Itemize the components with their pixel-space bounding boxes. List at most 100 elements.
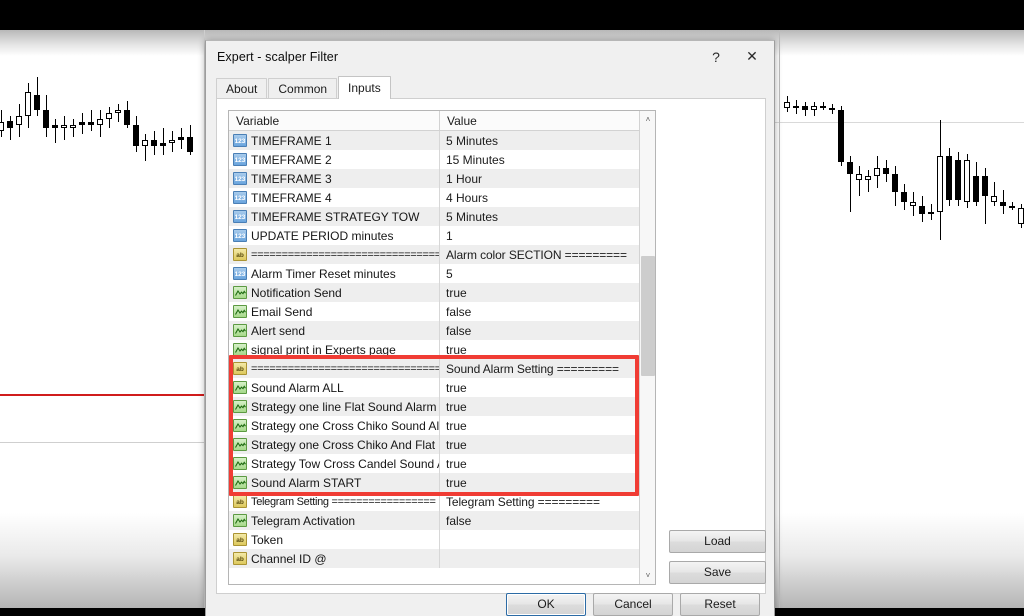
variable-cell[interactable]: Notification Send bbox=[229, 283, 440, 302]
table-row[interactable]: 123 TIMEFRAME 1 5 Minutes bbox=[229, 131, 639, 150]
tab-inputs[interactable]: Inputs bbox=[338, 76, 391, 99]
save-button[interactable]: Save bbox=[669, 561, 766, 584]
value-cell[interactable]: 4 Hours bbox=[440, 188, 639, 207]
value-cell[interactable]: 5 bbox=[440, 264, 639, 283]
candle-body bbox=[901, 192, 907, 202]
value-cell[interactable]: true bbox=[440, 454, 639, 473]
column-header-value[interactable]: Value bbox=[440, 111, 639, 130]
variable-cell[interactable]: 123 TIMEFRAME 1 bbox=[229, 131, 440, 150]
table-row[interactable]: ab ================================= Alarm… bbox=[229, 245, 639, 264]
table-row[interactable]: 123 UPDATE PERIOD minutes 1 bbox=[229, 226, 639, 245]
value-cell[interactable]: true bbox=[440, 397, 639, 416]
variable-cell[interactable]: Sound Alarm ALL bbox=[229, 378, 440, 397]
variable-cell[interactable]: Strategy one Cross Chiko And Flat So... bbox=[229, 435, 440, 454]
candlestick bbox=[964, 154, 970, 208]
help-icon[interactable]: ? bbox=[698, 46, 734, 68]
table-row[interactable]: Sound Alarm ALL true bbox=[229, 378, 639, 397]
value-cell[interactable]: true bbox=[440, 435, 639, 454]
value-cell[interactable]: 5 Minutes bbox=[440, 131, 639, 150]
variable-cell[interactable]: ab Token bbox=[229, 530, 440, 549]
table-row[interactable]: Sound Alarm START true bbox=[229, 473, 639, 492]
variable-cell[interactable]: ab Telegram Setting ================= bbox=[229, 492, 440, 511]
variable-cell[interactable]: signal print in Experts page bbox=[229, 340, 440, 359]
variable-cell[interactable]: Sound Alarm START bbox=[229, 473, 440, 492]
variable-cell[interactable]: 123 TIMEFRAME 4 bbox=[229, 188, 440, 207]
value-cell[interactable]: Alarm color SECTION ========= bbox=[440, 245, 639, 264]
tab-about[interactable]: About bbox=[216, 78, 268, 98]
table-row[interactable]: Strategy Tow Cross Candel Sound Al... tru… bbox=[229, 454, 639, 473]
table-row[interactable]: 123 TIMEFRAME STRATEGY TOW 5 Minutes bbox=[229, 207, 639, 226]
table-row[interactable]: Telegram Activation false bbox=[229, 511, 639, 530]
close-icon[interactable]: ✕ bbox=[734, 46, 770, 68]
side-button-group: Load Save bbox=[669, 110, 766, 585]
candlestick bbox=[892, 166, 898, 206]
tab-label: Inputs bbox=[348, 81, 381, 95]
table-row[interactable]: ab Telegram Setting ================= Tele… bbox=[229, 492, 639, 511]
ok-button[interactable]: OK bbox=[506, 593, 586, 616]
variable-cell[interactable]: Alert send bbox=[229, 321, 440, 340]
value-cell[interactable] bbox=[440, 549, 639, 568]
value-text: true bbox=[446, 342, 467, 357]
load-button[interactable]: Load bbox=[669, 530, 766, 553]
variable-label: Sound Alarm START bbox=[251, 475, 362, 490]
value-cell[interactable]: true bbox=[440, 378, 639, 397]
variable-cell[interactable]: Email Send bbox=[229, 302, 440, 321]
value-cell[interactable] bbox=[440, 530, 639, 549]
reset-button[interactable]: Reset bbox=[680, 593, 760, 616]
variable-cell[interactable]: ab ================================= bbox=[229, 359, 440, 378]
value-cell[interactable]: 15 Minutes bbox=[440, 150, 639, 169]
variable-cell[interactable]: 123 UPDATE PERIOD minutes bbox=[229, 226, 440, 245]
variable-cell[interactable]: 123 TIMEFRAME 3 bbox=[229, 169, 440, 188]
scroll-up-arrow-icon[interactable]: ˄ bbox=[640, 111, 655, 128]
table-row[interactable]: Strategy one Cross Chiko Sound Alarm true bbox=[229, 416, 639, 435]
cancel-button[interactable]: Cancel bbox=[593, 593, 673, 616]
value-cell[interactable]: 1 Hour bbox=[440, 169, 639, 188]
titlebar-buttons: ? ✕ bbox=[698, 41, 770, 72]
table-row[interactable]: 123 TIMEFRAME 3 1 Hour bbox=[229, 169, 639, 188]
table-row[interactable]: ab ================================= Sound… bbox=[229, 359, 639, 378]
value-cell[interactable]: true bbox=[440, 416, 639, 435]
candlestick bbox=[70, 119, 76, 137]
tab-common[interactable]: Common bbox=[268, 78, 338, 98]
value-cell[interactable]: true bbox=[440, 473, 639, 492]
candle-wick bbox=[72, 119, 74, 137]
value-cell[interactable]: false bbox=[440, 302, 639, 321]
table-row[interactable]: ab Token bbox=[229, 530, 639, 549]
table-row[interactable]: 123 TIMEFRAME 4 4 Hours bbox=[229, 188, 639, 207]
variable-cell[interactable]: 123 TIMEFRAME STRATEGY TOW bbox=[229, 207, 440, 226]
variable-cell[interactable]: Strategy one line Flat Sound Alarm bbox=[229, 397, 440, 416]
variable-cell[interactable]: Strategy one Cross Chiko Sound Alarm bbox=[229, 416, 440, 435]
value-cell[interactable]: false bbox=[440, 511, 639, 530]
value-cell[interactable]: 5 Minutes bbox=[440, 207, 639, 226]
table-row[interactable]: Strategy one Cross Chiko And Flat So... t… bbox=[229, 435, 639, 454]
scroll-down-arrow-icon[interactable]: ˅ bbox=[640, 567, 655, 584]
candle-body bbox=[928, 212, 934, 214]
value-cell[interactable]: false bbox=[440, 321, 639, 340]
column-header-variable[interactable]: Variable bbox=[229, 111, 440, 130]
scrollbar-thumb[interactable] bbox=[641, 256, 655, 376]
grid-scrollbar[interactable]: ˄ ˅ bbox=[639, 111, 655, 584]
variable-cell[interactable]: ab Channel ID @ bbox=[229, 549, 440, 568]
table-row[interactable]: signal print in Experts page true bbox=[229, 340, 639, 359]
value-cell[interactable]: Sound Alarm Setting ========= bbox=[440, 359, 639, 378]
variable-cell[interactable]: Strategy Tow Cross Candel Sound Al... bbox=[229, 454, 440, 473]
value-cell[interactable]: Telegram Setting ========= bbox=[440, 492, 639, 511]
variable-cell[interactable]: Telegram Activation bbox=[229, 511, 440, 530]
value-cell[interactable]: true bbox=[440, 283, 639, 302]
table-row[interactable]: Alert send false bbox=[229, 321, 639, 340]
table-row[interactable]: Strategy one line Flat Sound Alarm true bbox=[229, 397, 639, 416]
table-row[interactable]: ab Channel ID @ bbox=[229, 549, 639, 568]
variable-cell[interactable]: 123 TIMEFRAME 2 bbox=[229, 150, 440, 169]
table-row[interactable]: 123 TIMEFRAME 2 15 Minutes bbox=[229, 150, 639, 169]
table-row[interactable]: Email Send false bbox=[229, 302, 639, 321]
variable-cell[interactable]: ab ================================= bbox=[229, 245, 440, 264]
table-row[interactable]: Notification Send true bbox=[229, 283, 639, 302]
inputs-grid: Variable Value 123 TIMEFRAME 15 Minutes 12… bbox=[228, 110, 656, 585]
variable-cell[interactable]: 123 Alarm Timer Reset minutes bbox=[229, 264, 440, 283]
candle-body bbox=[973, 176, 979, 202]
candle-body bbox=[70, 125, 76, 128]
candle-body bbox=[0, 122, 4, 131]
value-cell[interactable]: 1 bbox=[440, 226, 639, 245]
table-row[interactable]: 123 Alarm Timer Reset minutes 5 bbox=[229, 264, 639, 283]
value-cell[interactable]: true bbox=[440, 340, 639, 359]
